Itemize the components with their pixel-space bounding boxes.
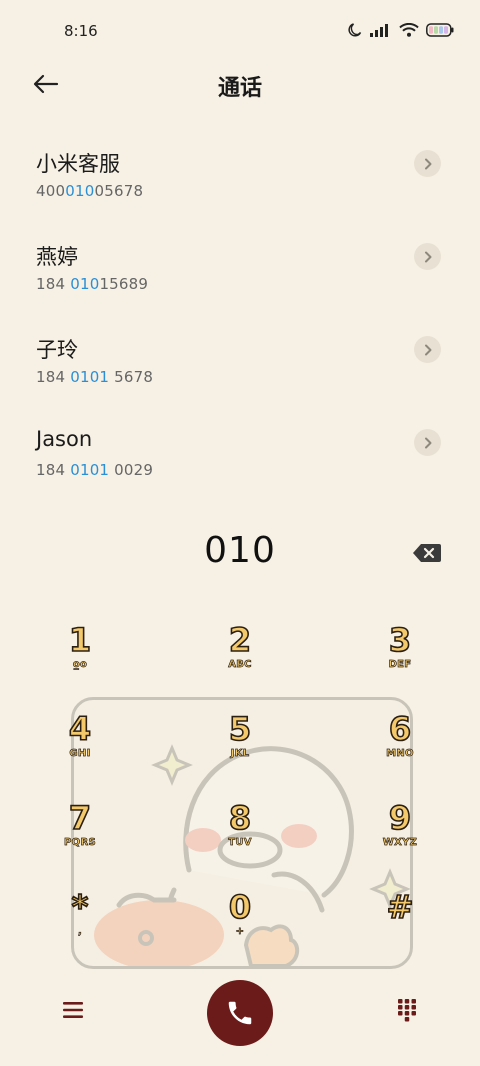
contact-name: 燕婷 — [36, 245, 78, 269]
key-5[interactable]: 5 JKL — [195, 710, 285, 781]
page-title: 通话 — [217, 76, 262, 101]
contact-detail-button[interactable] — [414, 336, 441, 363]
contact-name: 子玲 — [36, 338, 78, 362]
contact-item[interactable]: Jason 184 0101 0029 — [0, 427, 480, 499]
phone-icon — [228, 1001, 252, 1025]
contact-item[interactable]: 燕婷 184 01015689 — [0, 241, 480, 313]
battery-icon — [426, 23, 454, 37]
key-4[interactable]: 4 GHI — [35, 710, 125, 781]
wifi-icon — [399, 23, 419, 37]
contact-number: 40001005678 — [36, 182, 144, 200]
call-button[interactable] — [207, 980, 273, 1046]
contact-item[interactable]: 小米客服 40001005678 — [0, 148, 480, 220]
contact-name: Jason — [36, 427, 93, 451]
contact-number: 184 0101 0029 — [36, 461, 154, 479]
key-2[interactable]: 2 ABC — [195, 621, 285, 692]
key-9[interactable]: 9 WXYZ — [355, 799, 445, 870]
key-0[interactable]: 0 + — [195, 888, 285, 959]
contact-detail-button[interactable] — [414, 243, 441, 270]
menu-icon — [63, 1002, 83, 1018]
contact-number: 184 0101 5678 — [36, 368, 154, 386]
key-star[interactable]: * , — [35, 888, 125, 959]
status-icons — [347, 22, 454, 38]
dialed-number[interactable]: 010 — [0, 530, 480, 571]
header: 通话 — [0, 62, 480, 106]
chevron-right-icon — [424, 158, 431, 169]
menu-button[interactable] — [58, 995, 88, 1025]
key-6[interactable]: 6 MNO — [355, 710, 445, 781]
keypad-toggle-button[interactable] — [392, 995, 422, 1025]
key-1[interactable]: 1 ᴏ̲ᴏ — [35, 621, 125, 692]
contact-item[interactable]: 子玲 184 0101 5678 — [0, 334, 480, 406]
key-3[interactable]: 3 DEF — [355, 621, 445, 692]
chevron-right-icon — [424, 344, 431, 355]
chevron-right-icon — [424, 251, 431, 262]
backspace-icon — [413, 544, 441, 562]
key-hash[interactable]: # — [355, 888, 445, 959]
status-time: 8:16 — [64, 22, 98, 40]
key-8[interactable]: 8 TUV — [195, 799, 285, 870]
chevron-right-icon — [424, 437, 431, 448]
dialpad-icon — [398, 999, 416, 1022]
key-7[interactable]: 7 PQRS — [35, 799, 125, 870]
contact-name: 小米客服 — [36, 152, 120, 176]
contact-number: 184 01015689 — [36, 275, 149, 293]
status-bar: 8:16 — [0, 0, 480, 62]
signal-icon — [370, 24, 388, 37]
backspace-button[interactable] — [412, 542, 442, 564]
bottom-bar — [0, 980, 480, 1066]
contact-detail-button[interactable] — [414, 150, 441, 177]
contact-detail-button[interactable] — [414, 429, 441, 456]
moon-icon — [348, 23, 362, 37]
voicemail-icon: ᴏ̲ᴏ — [72, 659, 88, 671]
